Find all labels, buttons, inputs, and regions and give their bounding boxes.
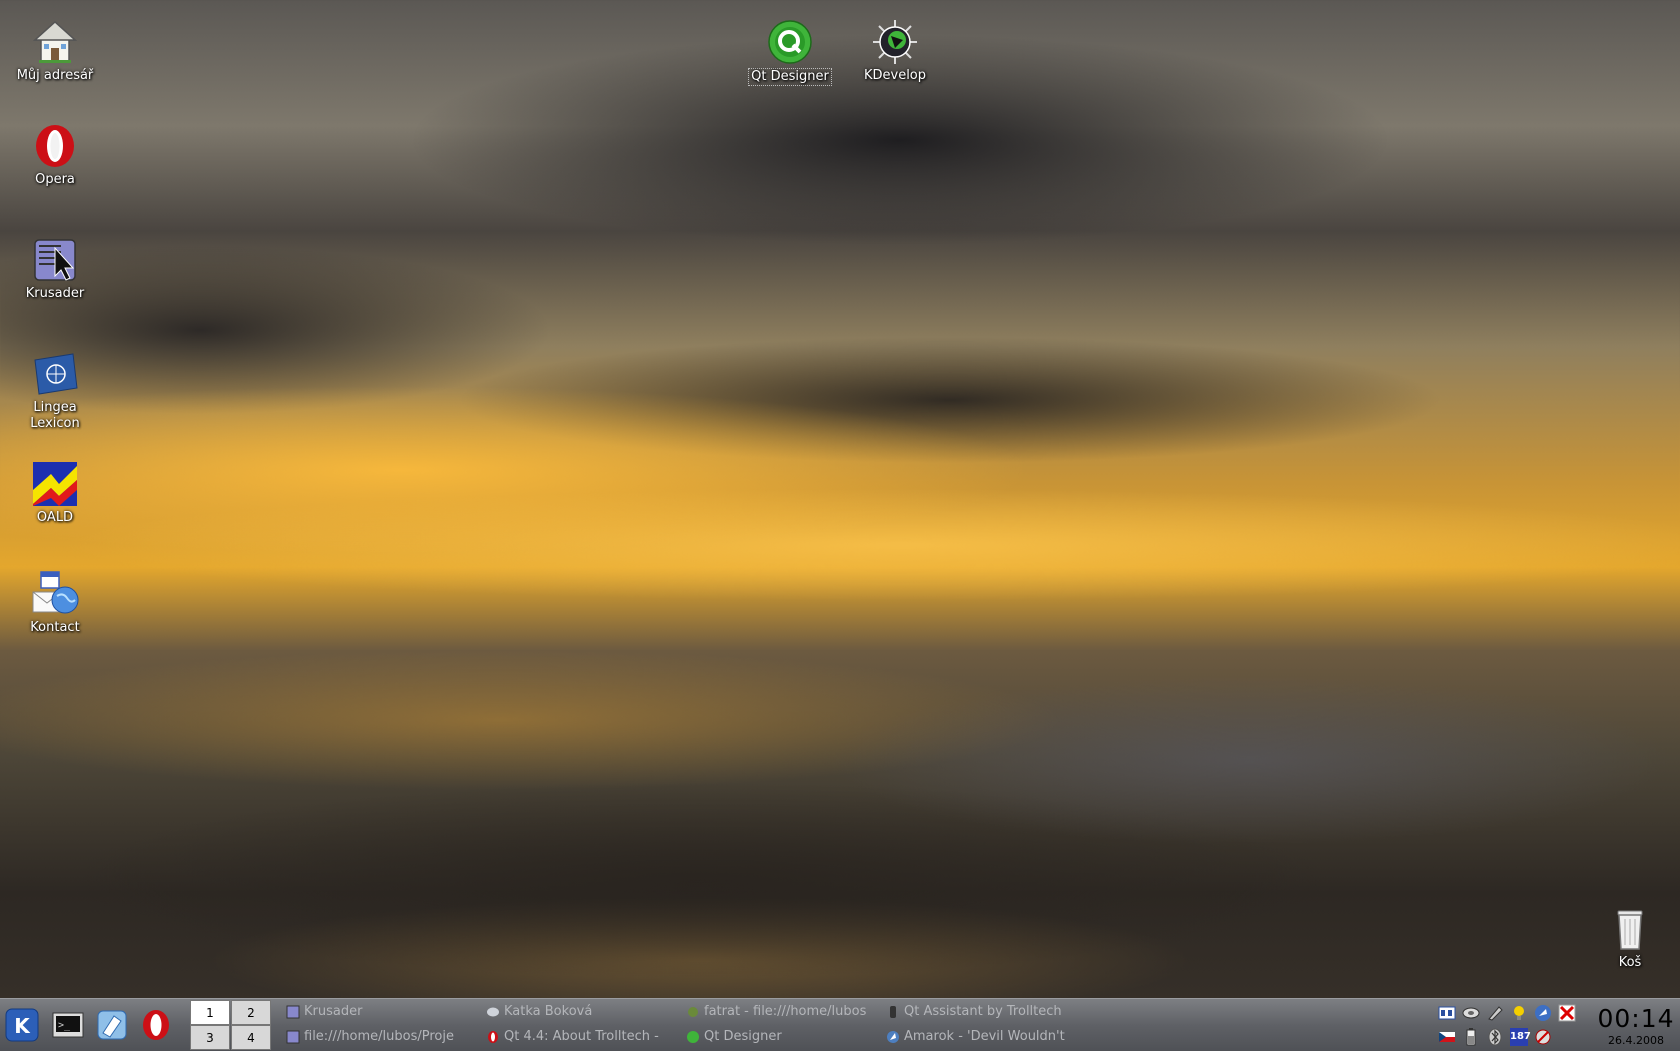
- disk-icon[interactable]: [1462, 1004, 1480, 1022]
- clock-date: 26.4.2008: [1608, 1034, 1664, 1047]
- kget-icon[interactable]: [1534, 1004, 1552, 1022]
- desktop-icon-label: OALD: [36, 510, 74, 525]
- qt-assistant-icon: [890, 1006, 896, 1018]
- task-title: file:///home/lubos/Proje: [304, 1029, 454, 1044]
- task-title: Qt Designer: [704, 1029, 782, 1044]
- desktop-icon-lingea-lexicon[interactable]: Lingea Lexicon: [7, 350, 103, 432]
- globe-flag-icon: [34, 353, 78, 395]
- close-x-icon[interactable]: [1558, 1004, 1576, 1022]
- kontact-icon: [32, 571, 79, 614]
- kmenu-button[interactable]: K: [4, 1007, 40, 1043]
- desktop-icon-label: Kontact: [30, 620, 80, 635]
- svg-text:K: K: [14, 1014, 31, 1038]
- desktop-icon-label: Opera: [35, 172, 75, 187]
- krusader-icon: [286, 1030, 300, 1044]
- task-title: Qt Assistant by Trolltech: [904, 1004, 1062, 1019]
- task-button[interactable]: file:///home/lubos/Proje: [284, 1025, 480, 1049]
- desktop-icon-label: Qt Designer: [748, 68, 832, 86]
- kdevelop-icon: [873, 20, 917, 64]
- svg-text:>_: >_: [58, 1020, 71, 1031]
- tray-badge[interactable]: 187: [1510, 1028, 1531, 1046]
- desktop-icon-oald[interactable]: OALD: [7, 460, 103, 526]
- klipper-icon[interactable]: [1486, 1004, 1504, 1022]
- opera-icon: [36, 125, 74, 167]
- task-title: fatrat - file:///home/lubos: [704, 1004, 867, 1019]
- task-button[interactable]: Qt Assistant by Trolltech: [884, 1000, 1080, 1024]
- task-button[interactable]: Amarok - 'Devil Wouldn't: [884, 1025, 1080, 1049]
- pager-desktop-3[interactable]: 3: [190, 1025, 230, 1050]
- network-monitor-icon[interactable]: [1438, 1004, 1456, 1022]
- desktop-icon-krusader[interactable]: Krusader: [7, 236, 103, 302]
- chat-icon: [487, 1007, 499, 1017]
- pager-desktop-4[interactable]: 4: [231, 1025, 271, 1050]
- desktop-icon-home-folder[interactable]: Můj adresář: [7, 18, 103, 84]
- battery-icon[interactable]: [1462, 1028, 1480, 1046]
- task-button[interactable]: Krusader: [284, 1000, 480, 1024]
- opera-icon: [143, 1010, 169, 1040]
- pager-desktop-2[interactable]: 2: [231, 1000, 271, 1025]
- desktop-icon-label: Krusader: [25, 286, 85, 301]
- terminal-launcher[interactable]: >_: [50, 1007, 86, 1043]
- desktop-icon-label: Lingea Lexicon: [30, 400, 80, 431]
- krusader-icon: [34, 239, 76, 281]
- desktop-icon-kontact[interactable]: Kontact: [7, 570, 103, 636]
- taskbar: K >_ 1 2 3 4 Krusader Katka Boková fatra…: [0, 998, 1680, 1051]
- task-title: Qt 4.4: About Trolltech -: [504, 1029, 659, 1044]
- desktop-icon-label: KDevelop: [863, 68, 927, 83]
- task-title: Amarok - 'Devil Wouldn't: [904, 1029, 1065, 1044]
- house-icon: [33, 20, 77, 63]
- qt-icon: [768, 20, 812, 64]
- desktop-icon-qt-designer[interactable]: Qt Designer: [742, 18, 838, 86]
- keyboard-layout-cz-icon[interactable]: [1438, 1028, 1456, 1046]
- oald-icon: [33, 462, 77, 506]
- file-manager-launcher[interactable]: [94, 1007, 130, 1043]
- desktop-icon-label: Můj adresář: [16, 68, 94, 83]
- terminal-icon: >_: [52, 1012, 84, 1038]
- task-button[interactable]: Qt 4.4: About Trolltech -: [484, 1025, 680, 1049]
- desktop-icon-opera[interactable]: Opera: [7, 122, 103, 188]
- qt-icon: [687, 1031, 699, 1043]
- trash-icon: [1617, 910, 1643, 950]
- desktop-icon-trash[interactable]: Koš: [1582, 905, 1678, 971]
- task-title: Krusader: [304, 1004, 363, 1019]
- konqueror-icon: [97, 1010, 127, 1040]
- kde-logo-icon: K: [5, 1008, 39, 1042]
- krusader-icon: [286, 1005, 300, 1019]
- bluetooth-icon[interactable]: [1486, 1028, 1504, 1046]
- task-title: Katka Boková: [504, 1004, 593, 1019]
- clock[interactable]: 00:14 26.4.2008: [1592, 999, 1680, 1051]
- amarok-icon: [887, 1031, 899, 1043]
- task-button[interactable]: Katka Boková: [484, 1000, 680, 1024]
- pager-desktop-1[interactable]: 1: [190, 1000, 230, 1025]
- system-tray: 187: [1436, 1001, 1588, 1049]
- lightbulb-icon[interactable]: [1510, 1004, 1528, 1022]
- desktop-icon-kdevelop[interactable]: KDevelop: [847, 18, 943, 84]
- task-button[interactable]: Qt Designer: [684, 1025, 880, 1049]
- lock-icon[interactable]: [1534, 1028, 1552, 1046]
- opera-launcher[interactable]: [138, 1007, 174, 1043]
- desktop-icon-label: Koš: [1618, 955, 1642, 970]
- task-button[interactable]: fatrat - file:///home/lubos: [684, 1000, 880, 1024]
- fatrat-icon: [688, 1007, 698, 1017]
- desktop-pager: 1 2 3 4: [190, 999, 272, 1051]
- clock-time: 00:14: [1597, 1004, 1675, 1033]
- opera-icon: [488, 1031, 498, 1043]
